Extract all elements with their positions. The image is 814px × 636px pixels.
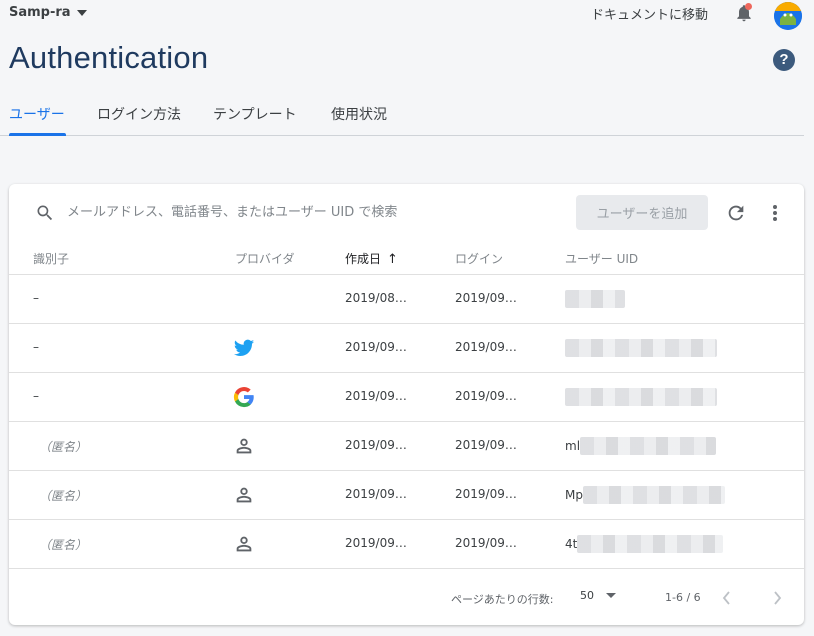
uid-prefix: 4t [565, 537, 578, 551]
cell-identifier: – [33, 389, 39, 403]
tab-templates[interactable]: テンプレート [213, 104, 297, 124]
cell-created: 2019/09… [345, 438, 407, 452]
cell-created: 2019/09… [345, 340, 407, 354]
cell-signed-in: 2019/09… [455, 536, 517, 550]
google-icon [233, 387, 254, 408]
table-row[interactable]: （匿名） 2019/09… 2019/09… ml [9, 422, 804, 471]
person-icon [236, 536, 252, 552]
table-row[interactable]: （匿名） 2019/09… 2019/09… 4t [9, 520, 804, 569]
page-title: Authentication [9, 40, 209, 75]
top-bar: Samp-ra ドキュメントに移動 [0, 0, 814, 30]
cell-identifier: – [33, 340, 39, 354]
person-icon [236, 487, 252, 503]
table-row[interactable]: – 2019/09… 2019/09… [9, 324, 804, 373]
chevron-down-icon [606, 593, 616, 598]
chevron-left-icon[interactable] [719, 589, 735, 607]
project-name: Samp-ra [9, 5, 71, 20]
twitter-icon [233, 339, 255, 356]
uid-prefix: Mp [565, 488, 583, 502]
docs-link[interactable]: ドキュメントに移動 [591, 4, 708, 23]
cell-identifier: （匿名） [39, 489, 88, 503]
cell-signed-in: 2019/09… [455, 389, 517, 403]
search-input[interactable] [67, 201, 487, 223]
cell-signed-in: 2019/09… [455, 291, 517, 305]
cell-created: 2019/09… [345, 536, 407, 550]
cell-signed-in: 2019/09… [455, 340, 517, 354]
column-user-uid[interactable]: ユーザー UID [565, 250, 638, 267]
arrow-up-icon: ↑ [387, 252, 398, 267]
project-selector[interactable]: Samp-ra [9, 5, 87, 20]
redacted-uid [577, 535, 724, 553]
refresh-icon[interactable] [725, 202, 747, 224]
column-identifier[interactable]: 識別子 [33, 250, 69, 267]
table-row[interactable]: – 2019/08… 2019/09… [9, 275, 804, 324]
notification-dot [745, 3, 752, 10]
more-vert-icon[interactable] [767, 202, 783, 224]
cell-created: 2019/09… [345, 389, 407, 403]
tab-bar: ユーザー ログイン方法 テンプレート 使用状況 [0, 96, 804, 136]
redacted-uid [565, 388, 717, 406]
column-provider[interactable]: プロバイダ [235, 250, 295, 267]
search-bar: ユーザーを追加 [9, 184, 804, 240]
cell-identifier: – [33, 291, 39, 305]
cell-created: 2019/08… [345, 291, 407, 305]
redacted-uid [580, 437, 717, 455]
uid-prefix: ml [565, 439, 581, 453]
cell-user-uid: Mp [565, 485, 725, 505]
cell-user-uid: ml [565, 436, 717, 456]
pagination-footer: ページあたりの行数: 50 1-6 / 6 [9, 575, 804, 625]
redacted-uid [565, 339, 717, 357]
table-header: 識別子 プロバイダ 作成日 ↑ ログイン ユーザー UID [9, 240, 804, 275]
page-range: 1-6 / 6 [665, 591, 701, 604]
tab-users[interactable]: ユーザー [9, 104, 65, 124]
person-icon [236, 438, 252, 454]
column-created-label: 作成日 [345, 252, 382, 266]
cell-signed-in: 2019/09… [455, 438, 517, 452]
cell-user-uid [565, 387, 717, 407]
table-row[interactable]: （匿名） 2019/09… 2019/09… Mp [9, 471, 804, 520]
cell-identifier: （匿名） [39, 440, 88, 454]
android-avatar-icon [774, 2, 802, 30]
chevron-right-icon[interactable] [769, 589, 785, 607]
redacted-uid [565, 290, 625, 308]
chevron-down-icon [76, 9, 87, 16]
active-tab-indicator [9, 133, 66, 136]
cell-user-uid [565, 289, 625, 309]
tab-usage[interactable]: 使用状況 [331, 104, 387, 124]
rows-per-page-select[interactable]: 50 [580, 589, 616, 602]
redacted-uid [582, 486, 725, 504]
cell-identifier: （匿名） [39, 538, 88, 552]
users-card: ユーザーを追加 識別子 プロバイダ 作成日 ↑ ログイン ユーザー UID – 2… [9, 184, 804, 625]
search-icon [37, 205, 53, 221]
add-user-button[interactable]: ユーザーを追加 [576, 195, 708, 230]
help-icon[interactable]: ? [773, 49, 795, 71]
cell-user-uid [565, 338, 717, 358]
notifications-button[interactable] [734, 3, 754, 23]
cell-user-uid: 4t [565, 534, 724, 554]
users-table: 識別子 プロバイダ 作成日 ↑ ログイン ユーザー UID – 2019/08… … [9, 240, 804, 569]
rows-per-page-label: ページあたりの行数: [451, 593, 554, 606]
cell-created: 2019/09… [345, 487, 407, 501]
table-row[interactable]: – 2019/09… 2019/09… [9, 373, 804, 422]
rows-per-page-value: 50 [580, 589, 594, 602]
column-created[interactable]: 作成日 ↑ [345, 250, 398, 267]
tab-sign-in-method[interactable]: ログイン方法 [97, 104, 181, 124]
cell-signed-in: 2019/09… [455, 487, 517, 501]
column-signed-in[interactable]: ログイン [455, 250, 503, 267]
avatar[interactable] [774, 2, 802, 30]
